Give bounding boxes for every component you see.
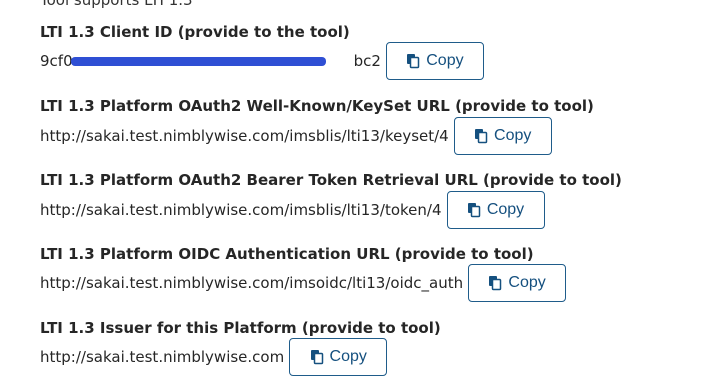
keyset-url-field: LTI 1.3 Platform OAuth2 Well-Known/KeySe… xyxy=(40,96,594,155)
copy-icon xyxy=(489,276,502,291)
copy-icon xyxy=(407,54,420,69)
token-url-field: LTI 1.3 Platform OAuth2 Bearer Token Ret… xyxy=(40,170,622,229)
oidc-url-value: http://sakai.test.nimblywise.com/imsoidc… xyxy=(40,274,464,292)
copy-label: Copy xyxy=(508,274,546,291)
client-id-field: LTI 1.3 Client ID (provide to the tool) … xyxy=(40,22,484,80)
issuer-row: http://sakai.test.nimblywise.com Copy xyxy=(40,338,388,376)
copy-icon xyxy=(467,203,481,218)
copy-icon xyxy=(310,350,323,365)
copy-icon xyxy=(475,129,488,144)
copy-oidc-url-button[interactable]: Copy xyxy=(468,264,567,302)
issuer-value: http://sakai.test.nimblywise.com xyxy=(40,348,285,366)
oidc-url-label: LTI 1.3 Platform OIDC Authentication URL… xyxy=(40,245,534,263)
copy-label: Copy xyxy=(494,127,532,144)
client-id-value-start: 9cf0 xyxy=(40,52,73,70)
keyset-url-value: http://sakai.test.nimblywise.com/imsblis… xyxy=(40,127,449,145)
token-url-value: http://sakai.test.nimblywise.com/imsblis… xyxy=(40,201,442,219)
issuer-label: LTI 1.3 Issuer for this Platform (provid… xyxy=(40,319,441,337)
keyset-url-label: LTI 1.3 Platform OAuth2 Well-Known/KeySe… xyxy=(40,97,594,115)
token-url-row: http://sakai.test.nimblywise.com/imsblis… xyxy=(40,191,545,229)
copy-label: Copy xyxy=(486,201,525,218)
client-id-row: 9cf0 bc2 Copy xyxy=(40,42,484,80)
oidc-url-field: LTI 1.3 Platform OIDC Authentication URL… xyxy=(40,244,567,302)
issuer-field: LTI 1.3 Issuer for this Platform (provid… xyxy=(40,318,441,376)
keyset-url-row: http://sakai.test.nimblywise.com/imsblis… xyxy=(40,117,552,155)
client-id-label: LTI 1.3 Client ID (provide to the tool) xyxy=(40,23,350,41)
copy-label: Copy xyxy=(329,348,367,365)
copy-keyset-url-button[interactable]: Copy xyxy=(453,117,552,155)
cutoff-text: Tool supports LTI 1.3 xyxy=(40,0,193,9)
oidc-url-row: http://sakai.test.nimblywise.com/imsoidc… xyxy=(40,264,567,302)
token-url-label: LTI 1.3 Platform OAuth2 Bearer Token Ret… xyxy=(40,171,622,189)
copy-token-url-button[interactable]: Copy xyxy=(446,191,545,229)
copy-issuer-button[interactable]: Copy xyxy=(289,338,388,376)
copy-label: Copy xyxy=(426,52,464,69)
copy-client-id-button[interactable]: Copy xyxy=(385,42,484,80)
client-id-value-end: bc2 xyxy=(353,52,381,70)
redaction-bar xyxy=(70,57,326,66)
lti-settings-panel: Tool supports LTI 1.3 LTI 1.3 Client ID … xyxy=(0,0,720,386)
